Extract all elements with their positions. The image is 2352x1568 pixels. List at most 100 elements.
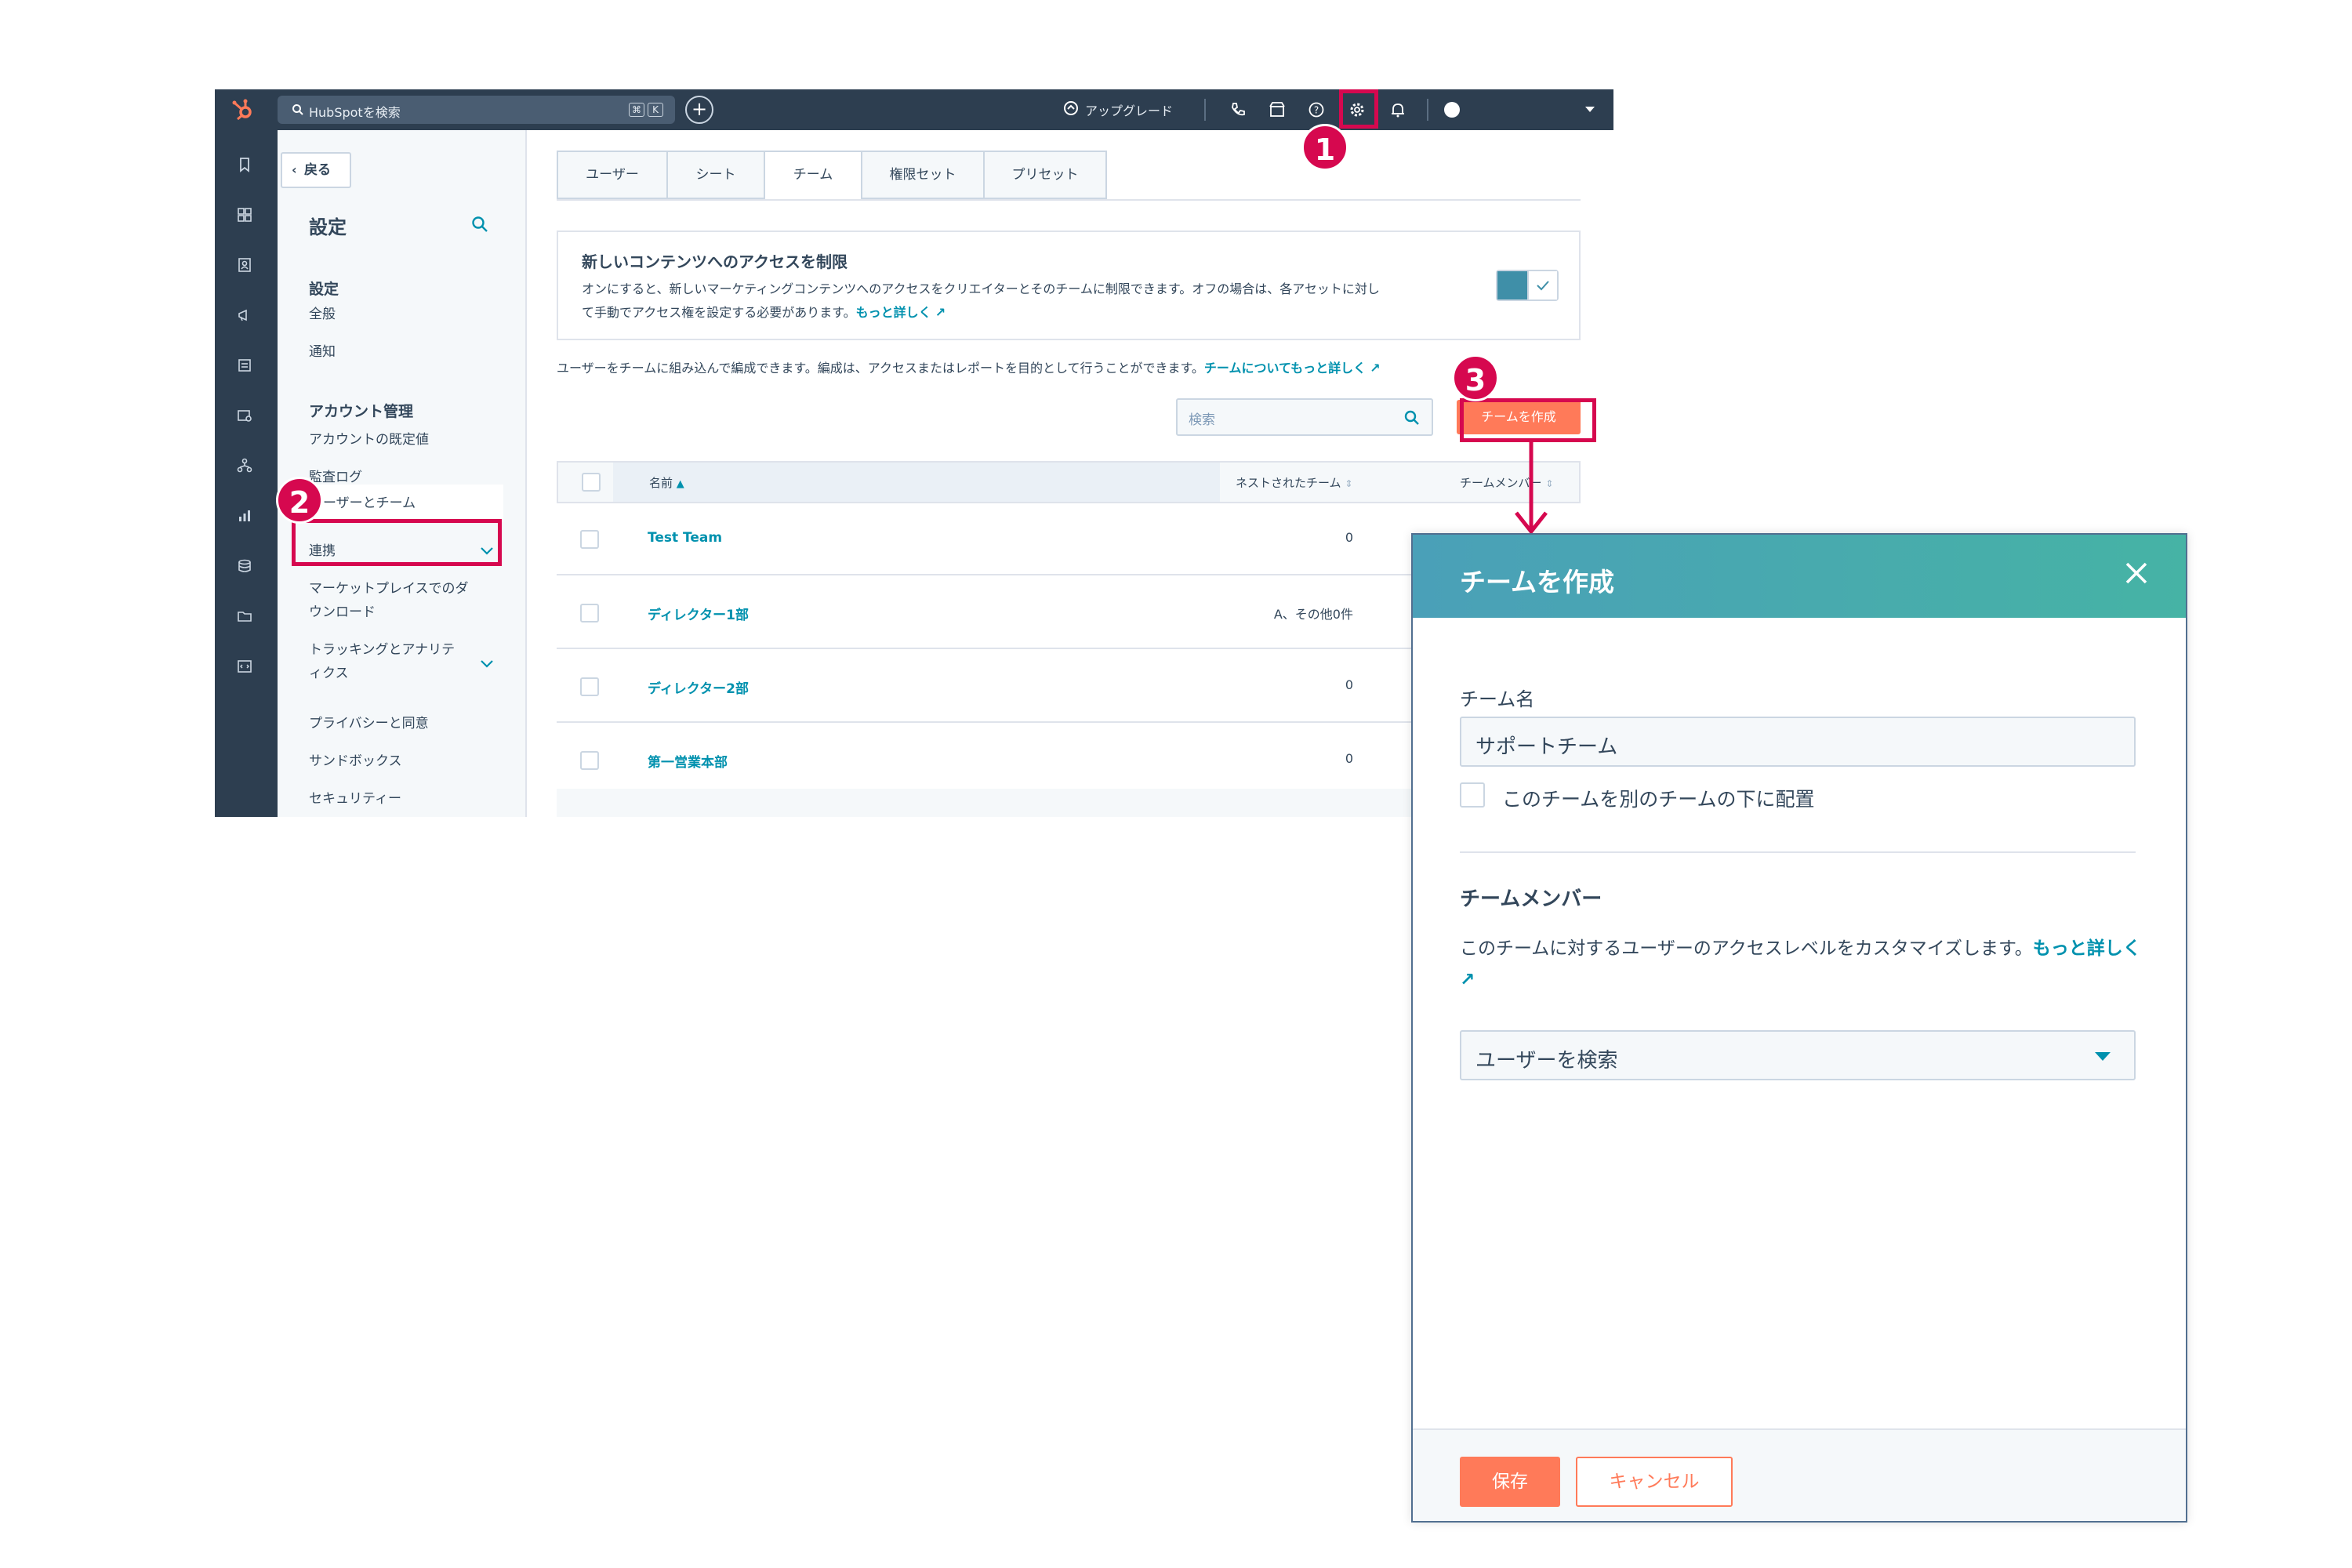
shortcut-key-k: K bbox=[648, 103, 663, 117]
row-checkbox[interactable] bbox=[580, 751, 599, 770]
teams-learn-more-link[interactable]: チームについてもっと詳しく bbox=[1204, 361, 1366, 376]
sidebar-item-users-and-teams[interactable]: ユーザーとチーム bbox=[298, 485, 503, 522]
team-search-placeholder: 検索 bbox=[1189, 412, 1215, 428]
top-navigation-bar: HubSpotを検索 ⌘ K + アップグレード ? bbox=[215, 89, 1613, 130]
sidebar-item-marketplace-downloads[interactable]: マーケットプレイスでのダ ウンロード bbox=[309, 577, 469, 624]
reporting-chart-icon[interactable] bbox=[237, 508, 252, 524]
topbar-separator bbox=[1204, 99, 1206, 121]
tab-presets[interactable]: プリセット bbox=[983, 151, 1107, 199]
hubspot-logo-icon[interactable] bbox=[230, 97, 256, 122]
step-badge-1: 1 bbox=[1301, 124, 1348, 171]
global-search-input[interactable]: HubSpotを検索 ⌘ K bbox=[278, 96, 675, 124]
column-header-nested-teams[interactable]: ネストされたチーム ⇕ bbox=[1236, 474, 1352, 491]
save-button[interactable]: 保存 bbox=[1460, 1457, 1560, 1507]
cancel-button[interactable]: キャンセル bbox=[1576, 1457, 1733, 1507]
team-members-text: このチームに対するユーザーのアクセスレベルをカスタマイズします。 bbox=[1460, 938, 2033, 959]
sidebar-item-tracking-analytics[interactable]: トラッキングとアナリテ ィクス bbox=[309, 638, 455, 685]
panel-header: チームを作成 bbox=[1413, 535, 2186, 618]
hubspot-app-window: HubSpotを検索 ⌘ K + アップグレード ? ‹ 戻る 設定 設定 全般… bbox=[215, 89, 1613, 817]
user-avatar[interactable] bbox=[1444, 102, 1460, 118]
toggle-on-fill bbox=[1497, 271, 1527, 299]
notifications-bell-icon[interactable] bbox=[1389, 101, 1406, 118]
team-name-value: サポートチーム bbox=[1475, 735, 1618, 759]
sidebar-item-account-defaults[interactable]: アカウントの既定値 bbox=[309, 428, 429, 452]
svg-text:?: ? bbox=[1314, 105, 1319, 116]
restrict-access-toggle[interactable] bbox=[1496, 270, 1559, 301]
team-name-link[interactable]: 第一営業本部 bbox=[648, 751, 728, 771]
automation-icon[interactable] bbox=[237, 458, 252, 474]
column-header-name[interactable]: 名前 ▲ bbox=[649, 474, 684, 491]
team-name-link[interactable]: ディレクター2部 bbox=[648, 677, 749, 697]
nested-teams-count: 0 bbox=[1345, 530, 1353, 545]
phone-icon[interactable] bbox=[1229, 101, 1247, 118]
nav-section-account-management: アカウント管理 bbox=[309, 403, 414, 420]
restrict-access-description: オンにすると、新しいマーケティングコンテンツへのアクセスをクリエイターとそのチー… bbox=[582, 278, 1475, 325]
sidebar-item-sandbox[interactable]: サンドボックス bbox=[309, 750, 402, 773]
sidebar-item-security[interactable]: セキュリティー bbox=[309, 787, 401, 811]
restrict-access-text-line: オンにすると、新しいマーケティングコンテンツへのアクセスをクリエイターとそのチー… bbox=[582, 281, 1380, 296]
select-all-checkbox[interactable] bbox=[582, 473, 601, 492]
nested-teams-count: 0 bbox=[1345, 677, 1353, 692]
sidebar-item-general[interactable]: 全般 bbox=[309, 303, 336, 326]
content-icon[interactable] bbox=[237, 358, 252, 373]
marketing-megaphone-icon[interactable] bbox=[237, 307, 252, 323]
marketplace-icon[interactable] bbox=[1269, 101, 1286, 118]
library-folder-icon[interactable] bbox=[237, 608, 252, 624]
tab-divider bbox=[557, 199, 1581, 201]
restrict-access-title: 新しいコンテンツへのアクセスを制限 bbox=[582, 252, 848, 271]
sidebar-item-label: ィクス bbox=[309, 666, 349, 681]
sort-icon: ⇕ bbox=[1345, 478, 1353, 489]
chevron-down-icon[interactable] bbox=[480, 659, 494, 670]
help-icon[interactable]: ? bbox=[1308, 101, 1325, 118]
tab-teams[interactable]: チーム bbox=[764, 151, 862, 201]
row-checkbox[interactable] bbox=[580, 677, 599, 696]
restrict-access-text: て手動でアクセス権を設定する必要があります。 bbox=[582, 305, 856, 320]
upgrade-link[interactable]: アップグレード bbox=[1085, 100, 1173, 119]
column-header-nested-label: ネストされたチーム bbox=[1236, 476, 1341, 490]
nested-teams-count: 0 bbox=[1345, 751, 1353, 766]
team-name-input[interactable]: サポートチーム bbox=[1460, 717, 2136, 767]
team-name-link[interactable]: ディレクター1部 bbox=[648, 604, 749, 623]
team-search-input[interactable]: 検索 bbox=[1176, 398, 1433, 436]
account-menu-caret-icon[interactable] bbox=[1585, 107, 1595, 112]
workspaces-icon[interactable] bbox=[237, 207, 252, 223]
back-button[interactable]: ‹ 戻る bbox=[281, 152, 351, 188]
restrict-access-card: 新しいコンテンツへのアクセスを制限 オンにすると、新しいマーケティングコンテンツ… bbox=[557, 230, 1581, 340]
team-name-link[interactable]: Test Team bbox=[648, 530, 722, 546]
place-under-team-checkbox[interactable] bbox=[1460, 782, 1485, 808]
tab-users[interactable]: ユーザー bbox=[557, 151, 668, 199]
team-name-label: チーム名 bbox=[1460, 688, 1535, 710]
teams-description: ユーザーをチームに組み込んで編成できます。編成は、アクセスまたはレポートを目的と… bbox=[557, 358, 1381, 376]
tab-permission-sets[interactable]: 権限セット bbox=[861, 151, 985, 199]
user-search-placeholder: ユーザーを検索 bbox=[1475, 1049, 1618, 1073]
close-icon[interactable] bbox=[2123, 560, 2150, 586]
step-badge-3: 3 bbox=[1452, 354, 1499, 401]
toggle-knob bbox=[1527, 271, 1557, 299]
team-members-description: このチームに対するユーザーのアクセスレベルをカスタマイズします。もっと詳しく ↗ bbox=[1460, 933, 2142, 996]
commerce-icon[interactable] bbox=[237, 408, 252, 423]
create-new-button[interactable]: + bbox=[685, 96, 713, 124]
chevron-left-icon: ‹ bbox=[292, 162, 297, 177]
data-management-icon[interactable] bbox=[237, 558, 252, 574]
row-checkbox[interactable] bbox=[580, 604, 599, 622]
back-button-label: 戻る bbox=[304, 162, 331, 178]
bookmark-icon[interactable] bbox=[237, 157, 252, 172]
members-learn-more-link[interactable]: もっと詳しく bbox=[2033, 938, 2141, 959]
nested-teams-count: A、その他0件 bbox=[1273, 607, 1353, 622]
settings-search-icon[interactable] bbox=[470, 215, 489, 234]
nav-section-settings: 設定 bbox=[309, 281, 339, 298]
sidebar-item-notifications[interactable]: 通知 bbox=[309, 340, 336, 364]
user-search-dropdown[interactable]: ユーザーを検索 bbox=[1460, 1030, 2136, 1080]
panel-title: チームを作成 bbox=[1460, 567, 1615, 597]
sidebar-item-privacy-consent[interactable]: プライバシーと同意 bbox=[309, 712, 429, 735]
global-search-placeholder: HubSpotを検索 bbox=[309, 105, 401, 120]
contacts-icon[interactable] bbox=[237, 257, 252, 273]
row-checkbox[interactable] bbox=[580, 530, 599, 549]
tab-seats[interactable]: シート bbox=[666, 151, 765, 199]
search-icon bbox=[1404, 410, 1419, 425]
restrict-access-text-line: て手動でアクセス権を設定する必要があります。もっと詳しく ↗ bbox=[582, 301, 1475, 325]
development-code-icon[interactable] bbox=[237, 659, 252, 674]
teams-table-header: 名前 ▲ ネストされたチーム ⇕ チームメンバー ⇕ bbox=[557, 461, 1581, 503]
learn-more-link[interactable]: もっと詳しく bbox=[856, 305, 931, 320]
settings-sidebar: ‹ 戻る 設定 設定 全般 通知 アカウント管理 アカウントの既定値 監査ログ … bbox=[278, 130, 527, 817]
